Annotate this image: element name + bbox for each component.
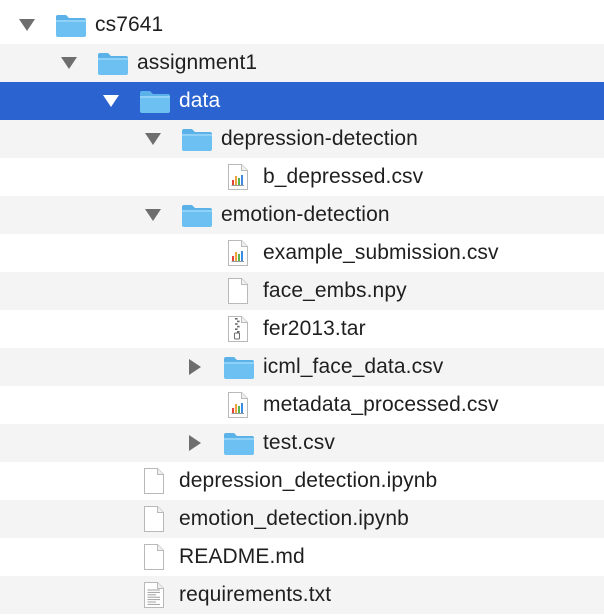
tree-row-cs7641[interactable]: cs7641 xyxy=(0,6,604,44)
spreadsheet-file-icon xyxy=(227,391,249,419)
blank-file-icon xyxy=(227,277,249,305)
tree-row-face-embs-npy[interactable]: face_embs.npy xyxy=(0,272,604,310)
disclosure-triangle-down-icon[interactable] xyxy=(102,92,120,110)
tree-item-label: metadata_processed.csv xyxy=(263,393,499,416)
tree-row-assignment1[interactable]: assignment1 xyxy=(0,44,604,82)
tree-row-icml-face-data-csv[interactable]: icml_face_data.csv xyxy=(0,348,604,386)
tree-row-example-submission-csv[interactable]: example_submission.csv xyxy=(0,234,604,272)
tree-item-label: depression_detection.ipynb xyxy=(179,469,438,492)
spreadsheet-file-icon xyxy=(227,239,249,267)
tree-row-depression-detection-ipynb[interactable]: depression_detection.ipynb xyxy=(0,462,604,500)
tree-item-label: icml_face_data.csv xyxy=(263,355,444,378)
blank-file-icon xyxy=(143,543,165,571)
tree-item-label: emotion-detection xyxy=(221,203,390,226)
disclosure-triangle-down-icon[interactable] xyxy=(18,16,36,34)
archive-file-icon xyxy=(227,315,249,343)
folder-icon xyxy=(223,432,255,456)
folder-icon xyxy=(97,52,129,76)
folder-icon xyxy=(181,204,213,228)
tree-row-metadata-processed-csv[interactable]: metadata_processed.csv xyxy=(0,386,604,424)
tree-row-emotion-detection-ipynb[interactable]: emotion_detection.ipynb xyxy=(0,500,604,538)
folder-icon xyxy=(181,128,213,152)
text-file-icon xyxy=(143,581,165,609)
folder-icon xyxy=(139,90,171,114)
folder-icon xyxy=(55,14,87,38)
tree-item-label: fer2013.tar xyxy=(263,317,366,340)
blank-file-icon xyxy=(143,467,165,495)
disclosure-triangle-down-icon[interactable] xyxy=(144,206,162,224)
tree-item-label: test.csv xyxy=(263,431,335,454)
disclosure-triangle-right-icon[interactable] xyxy=(186,358,204,376)
tree-row-emotion-detection[interactable]: emotion-detection xyxy=(0,196,604,234)
tree-row-test-csv[interactable]: test.csv xyxy=(0,424,604,462)
tree-row-fer2013-tar[interactable]: fer2013.tar xyxy=(0,310,604,348)
tree-item-label: README.md xyxy=(179,545,305,568)
blank-file-icon xyxy=(143,505,165,533)
tree-item-label: depression-detection xyxy=(221,127,418,150)
tree-item-label: assignment1 xyxy=(137,51,258,74)
file-tree: cs7641 assignment1 data depression-detec… xyxy=(0,0,604,616)
tree-item-label: example_submission.csv xyxy=(263,241,499,264)
tree-row-readme-md[interactable]: README.md xyxy=(0,538,604,576)
disclosure-triangle-right-icon[interactable] xyxy=(186,434,204,452)
tree-item-label: emotion_detection.ipynb xyxy=(179,507,409,530)
folder-icon xyxy=(223,356,255,380)
tree-row-data[interactable]: data xyxy=(0,82,604,120)
tree-item-label: data xyxy=(179,89,221,112)
tree-row-b-depressed-csv[interactable]: b_depressed.csv xyxy=(0,158,604,196)
tree-row-depression-detection[interactable]: depression-detection xyxy=(0,120,604,158)
disclosure-triangle-down-icon[interactable] xyxy=(60,54,78,72)
tree-item-label: cs7641 xyxy=(95,13,164,36)
tree-row-requirements-txt[interactable]: requirements.txt xyxy=(0,576,604,614)
spreadsheet-file-icon xyxy=(227,163,249,191)
disclosure-triangle-down-icon[interactable] xyxy=(144,130,162,148)
tree-item-label: b_depressed.csv xyxy=(263,165,424,188)
tree-item-label: face_embs.npy xyxy=(263,279,407,302)
tree-item-label: requirements.txt xyxy=(179,583,332,606)
